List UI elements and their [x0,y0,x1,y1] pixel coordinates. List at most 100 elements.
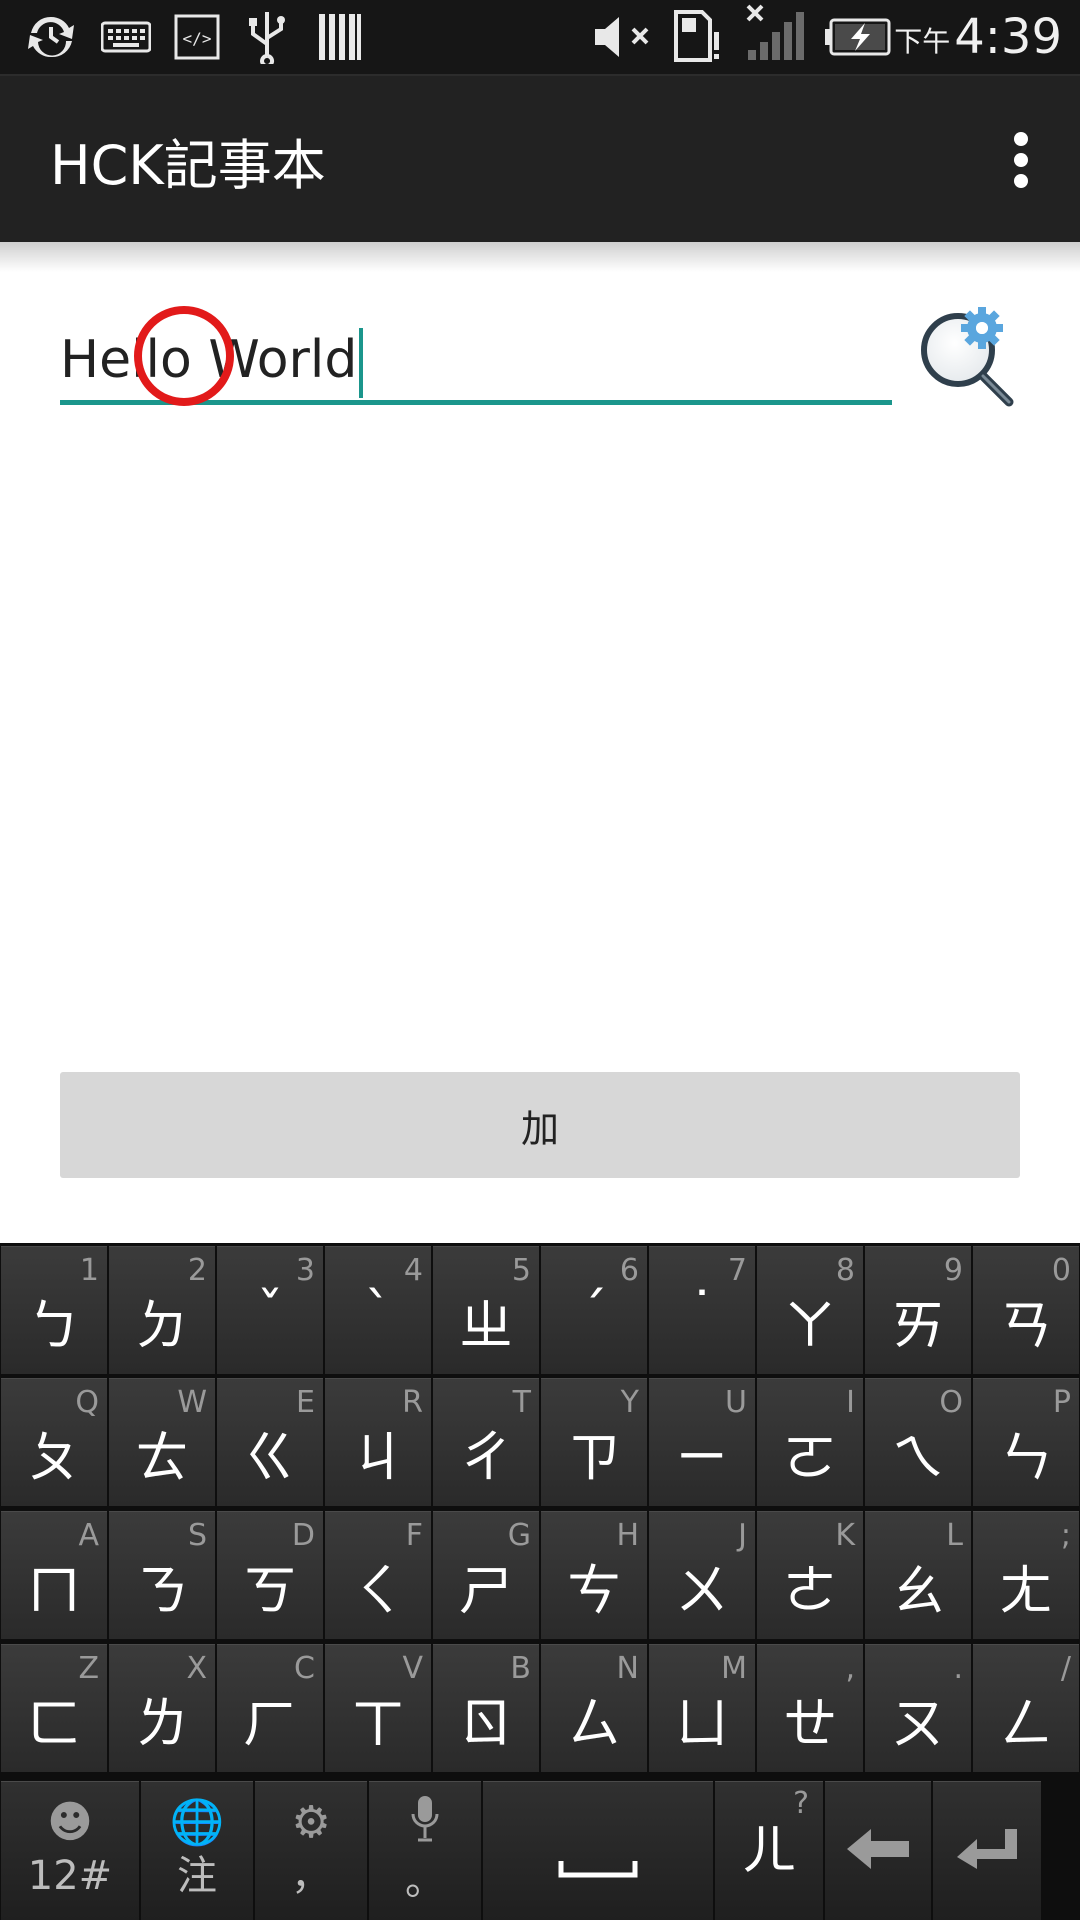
keyboard-key[interactable]: / ㄥ [973,1644,1079,1772]
key-label: ˊ [580,1281,608,1344]
app-title: HCK記事本 [50,133,326,197]
settings-icon: ⚙ [291,1797,331,1848]
key-label: ㄧ [675,1426,729,1489]
key-label: ㄊ [135,1426,189,1489]
keyboard-key[interactable]: Bㄖ [433,1644,539,1772]
barcode-icon [316,8,364,66]
key-label: ㄥ [999,1692,1053,1755]
keyboard-key[interactable]: Aㄇ [1,1511,107,1639]
keyboard-key[interactable]: Uㄧ [649,1378,755,1506]
keyboard-key[interactable]: 0ㄢ [973,1246,1079,1374]
comma-label: ， [291,1853,331,1899]
overflow-menu-icon[interactable] [998,130,1046,190]
keyboard-key[interactable]: Qㄆ [1,1378,107,1506]
keyboard-key[interactable]: Oㄟ [865,1378,971,1506]
battery-charging-icon [822,8,892,66]
keyboard-key[interactable]: Eㄍ [217,1378,323,1506]
er-key[interactable]: ? ㄦ [715,1781,823,1920]
keyboard-key[interactable]: Sㄋ [109,1511,215,1639]
keyboard-key[interactable]: Wㄊ [109,1378,215,1506]
key-label: ㄜ [783,1559,837,1622]
key-label: ㄚ [783,1294,837,1357]
key-label: ㄏ [243,1692,297,1755]
keyboard-key[interactable]: Nㄙ [541,1644,647,1772]
key-label: ˇ [256,1281,284,1344]
key-label: ㄞ [891,1294,945,1357]
keyboard-key[interactable]: Xㄌ [109,1644,215,1772]
key-label: ㄔ [459,1426,513,1489]
sync-icon [22,8,80,66]
keyboard-key[interactable]: Zㄈ [1,1644,107,1772]
key-label: ㄖ [459,1692,513,1755]
keyboard-row-2: QㄆWㄊEㄍRㄐTㄔYㄗUㄧIㄛOㄟPㄣ [0,1377,1080,1507]
keyboard-key[interactable]: Cㄏ [217,1644,323,1772]
keyboard-key[interactable]: Yㄗ [541,1378,647,1506]
sd-card-icon [672,8,724,66]
keyboard-key[interactable]: 8ㄚ [757,1246,863,1374]
keyboard-row-3: A ㄇ S ㄋ D ㄎ F ㄑ G ㄕ H ㄘ J ㄨ K ㄜ L ㄠ; ㄤ [0,1510,1080,1640]
language-label: 注 [177,1853,217,1899]
key-label: ㄟ [891,1426,945,1489]
period-key[interactable]: 。 [369,1781,481,1920]
keyboard-row-1: 1 ㄅ 2 ㄉ 3 ˇ 4 ˋ 5 ㄓ 6 ˊ 7 ˙ 8 ㄚ 9 ㄞ 0 ㄢ [0,1245,1080,1375]
keyboard-key[interactable]: Gㄕ [433,1511,539,1639]
keyboard-key[interactable]: Jㄨ [649,1511,755,1639]
keyboard-key[interactable]: Vㄒ [325,1644,431,1772]
text-cursor [359,328,364,398]
keyboard-key[interactable]: 1ㄅ [1,1246,107,1374]
zhuyin-keyboard: 1 ㄅ 2 ㄉ 3 ˇ 4 ˋ 5 ㄓ 6 ˊ 7 ˙ 8 ㄚ 9 ㄞ 0 ㄢ QㄆWㄊEㄍRㄐTㄔYㄗUㄧIㄛOㄟP… [0,1243,1080,1920]
language-key[interactable]: 🌐 注 [141,1781,253,1920]
space-icon [558,1859,638,1883]
key-label: ㄌ [135,1692,189,1755]
key-label: ㄆ [27,1426,81,1489]
keyboard-key[interactable]: 5ㄓ [433,1246,539,1374]
keyboard-key[interactable]: Tㄔ [433,1378,539,1506]
keyboard-key[interactable]: Kㄜ [757,1511,863,1639]
key-label: ㄙ [567,1692,621,1755]
keyboard-key[interactable]: Dㄎ [217,1511,323,1639]
keyboard-key[interactable]: ; ㄤ [973,1511,1079,1639]
key-label: ㄑ [351,1559,405,1622]
keyboard-key[interactable]: 3ˇ [217,1246,323,1374]
action-bar: HCK記事本 [0,74,1080,244]
key-label: ㄐ [351,1426,405,1489]
key-label: ㄅ [27,1294,81,1357]
key-label: ˙ [688,1281,716,1344]
key-label: ㄎ [243,1559,297,1622]
key-label: ㄛ [783,1426,837,1489]
key-label: ㄡ [891,1692,945,1755]
emoji-icon: ☻ [47,1797,93,1848]
keyboard-key[interactable]: .ㄡ [865,1644,971,1772]
time-period: 下午 [894,25,951,58]
add-button[interactable]: 加 [60,1072,1020,1178]
highlight-circle [134,306,234,406]
status-bar: </> 下午 4:39 [0,0,1080,74]
keyboard-key[interactable]: Mㄩ [649,1644,755,1772]
keyboard-key[interactable]: Pㄣ [973,1378,1079,1506]
keyboard-key[interactable]: 6ˊ [541,1246,647,1374]
mute-icon [592,8,654,66]
keyboard-key[interactable]: Hㄘ [541,1511,647,1639]
globe-icon: 🌐 [169,1797,225,1848]
comma-key[interactable]: ⚙ ， [255,1781,367,1920]
keyboard-key[interactable]: Fㄑ [325,1511,431,1639]
er-label: ㄦ [742,1819,796,1882]
keyboard-key[interactable]: 4ˋ [325,1246,431,1374]
backspace-icon [845,1827,911,1875]
keyboard-key[interactable]: 7 ˙ [649,1246,755,1374]
key-label: ㄒ [351,1692,405,1755]
key-label: ㄣ [999,1426,1053,1489]
backspace-key[interactable] [825,1781,931,1920]
search-settings-icon[interactable] [912,302,1024,414]
numbers-symbols-key[interactable]: ☻ 12# [1,1781,139,1920]
key-label: ㄇ [27,1559,81,1622]
keyboard-key[interactable]: 2ㄉ [109,1246,215,1374]
enter-key[interactable] [933,1781,1041,1920]
keyboard-key[interactable]: Rㄐ [325,1378,431,1506]
keyboard-key[interactable]: ,ㄝ [757,1644,863,1772]
keyboard-key[interactable]: 9ㄞ [865,1246,971,1374]
keyboard-key[interactable]: Iㄛ [757,1378,863,1506]
status-clock: 下午 4:39 [894,0,1062,74]
space-key[interactable] [483,1781,713,1920]
keyboard-key[interactable]: Lㄠ [865,1511,971,1639]
